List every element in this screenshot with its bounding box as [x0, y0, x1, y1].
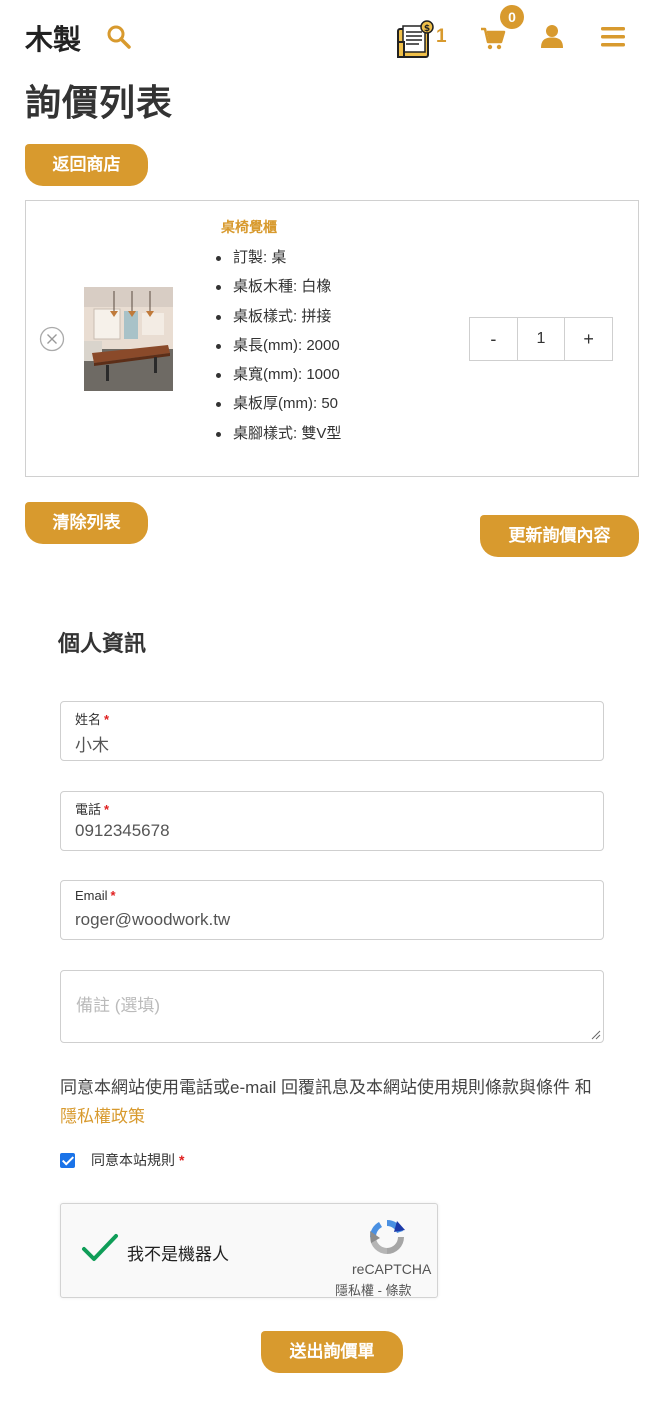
update-inquiry-button[interactable]: 更新詢價內容 — [480, 515, 639, 557]
product-specs-list: 訂製: 桌 桌板木種: 白橡 桌板樣式: 拼接 桌長(mm): 2000 桌寬(… — [216, 243, 341, 448]
quantity-input[interactable]: 1 — [516, 318, 566, 360]
cart-count-badge: 0 — [500, 5, 524, 29]
required-mark: * — [104, 712, 110, 727]
spec-item: 桌板木種: 白橡 — [216, 272, 341, 301]
quantity-stepper: - 1 + — [469, 317, 613, 361]
product-name-link[interactable]: 桌椅覺櫃 — [221, 217, 277, 237]
inquiry-count: 1 — [436, 26, 447, 47]
phone-input[interactable]: 0912345678 — [75, 821, 170, 841]
remove-item-icon[interactable] — [39, 326, 65, 352]
email-label: Email * — [75, 888, 116, 903]
spec-item: 桌板樣式: 拼接 — [216, 302, 341, 331]
site-header: 木製 $ 1 0 — [0, 0, 664, 72]
spec-item: 桌板厚(mm): 50 — [216, 389, 341, 418]
recaptcha-privacy-terms-link[interactable]: 隱私權 - 條款 — [335, 1280, 412, 1299]
name-input[interactable]: 小木 — [75, 731, 109, 756]
consent-text: 同意本網站使用電話或e-mail 回覆訊息及本網站使用規則條款與條件 和 隱私權… — [60, 1078, 592, 1126]
spec-item: 桌寬(mm): 1000 — [216, 360, 341, 389]
email-field[interactable]: Email * roger@woodwork.tw — [60, 880, 604, 940]
clear-list-button[interactable]: 清除列表 — [25, 502, 148, 544]
spec-item: 桌長(mm): 2000 — [216, 331, 341, 360]
spec-item: 桌腳樣式: 雙V型 — [216, 419, 341, 448]
required-mark: * — [104, 802, 110, 817]
recaptcha-checkmark-icon[interactable] — [81, 1232, 119, 1264]
agree-terms-row: 同意本站規則 * — [60, 1150, 184, 1170]
inquiry-list-icon[interactable]: $ — [395, 20, 435, 60]
email-input[interactable]: roger@woodwork.tw — [75, 910, 230, 930]
recaptcha-label: 我不是機器人 — [127, 1245, 229, 1264]
name-field[interactable]: 姓名 * 小木 — [60, 701, 604, 761]
privacy-policy-link[interactable]: 隱私權政策 — [60, 1107, 145, 1126]
recaptcha-logo-icon — [370, 1219, 405, 1254]
quantity-increase-button[interactable]: + — [565, 318, 612, 360]
submit-inquiry-button[interactable]: 送出詢價單 — [261, 1331, 403, 1373]
note-placeholder: 備註 (選填) — [76, 996, 161, 1015]
personal-info-heading: 個人資訊 — [58, 632, 147, 657]
inquiry-item-card: 桌椅覺櫃 訂製: 桌 桌板木種: 白橡 桌板樣式: 拼接 桌長(mm): 200… — [25, 200, 639, 477]
recaptcha-widget: 我不是機器人 reCAPTCHA 隱私權 - 條款 — [60, 1203, 438, 1298]
phone-label: 電話 * — [75, 802, 110, 817]
recaptcha-brand: reCAPTCHA — [352, 1261, 432, 1277]
name-label: 姓名 * — [75, 712, 110, 727]
search-icon[interactable] — [106, 24, 132, 50]
required-mark: * — [110, 888, 116, 903]
cart-icon[interactable] — [480, 25, 506, 51]
agree-terms-checkbox[interactable] — [60, 1152, 75, 1168]
back-to-shop-button[interactable]: 返回商店 — [25, 144, 148, 186]
user-account-icon[interactable] — [540, 24, 564, 48]
product-thumbnail[interactable] — [84, 287, 173, 391]
note-textarea[interactable]: 備註 (選填) — [60, 970, 604, 1043]
agree-terms-label[interactable]: 同意本站規則 * — [91, 1150, 184, 1170]
quantity-decrease-button[interactable]: - — [470, 318, 517, 360]
resize-handle-icon[interactable] — [591, 1030, 601, 1040]
spec-item: 訂製: 桌 — [216, 243, 341, 272]
svg-text:$: $ — [424, 24, 430, 34]
phone-field[interactable]: 電話 * 0912345678 — [60, 791, 604, 851]
hamburger-menu-icon[interactable] — [600, 25, 626, 49]
site-logo[interactable]: 木製 — [25, 18, 81, 58]
page-title: 詢價列表 — [25, 83, 174, 124]
required-mark: * — [179, 1152, 185, 1168]
